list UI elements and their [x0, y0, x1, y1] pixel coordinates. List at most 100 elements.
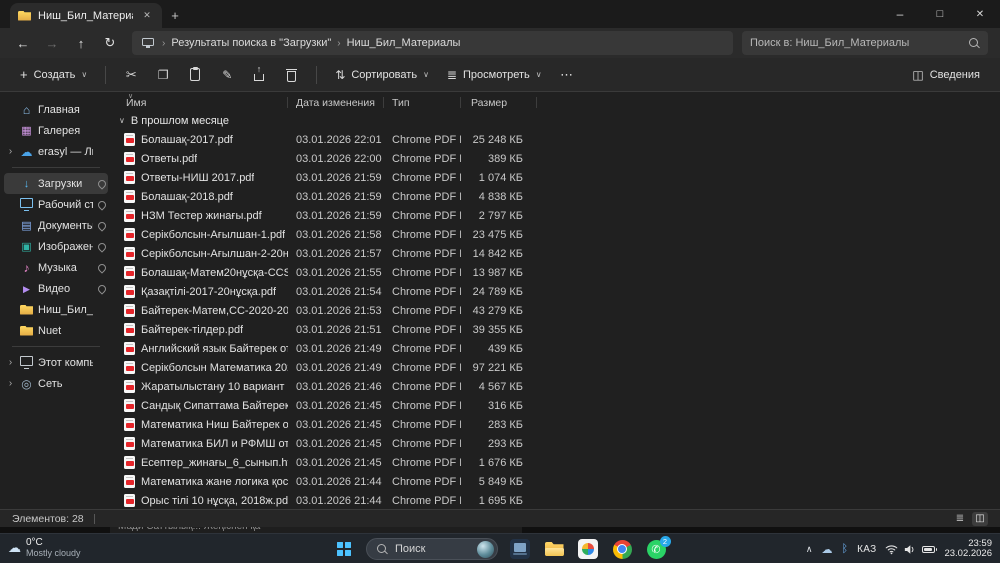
file-row[interactable]: НЗМ Тестер жинағы.pdf 03.01.2026 21:59 C… — [112, 206, 1000, 225]
search-input[interactable] — [750, 37, 963, 49]
sidebar-group-pinned: Загрузки Рабочий стол — [4, 173, 108, 341]
file-row[interactable]: Математика Ниш Байтерек ответы 202... 03… — [112, 415, 1000, 434]
toolbar-action-button[interactable] — [180, 62, 210, 88]
breadcrumb-item[interactable]: Ниш_Бил_Материалы — [347, 37, 461, 49]
tab-close-button[interactable] — [139, 8, 155, 24]
sidebar-item[interactable]: Ниш_Бил_Матери — [4, 299, 108, 320]
toolbar-action-button[interactable] — [212, 62, 242, 88]
chevron-right-icon[interactable] — [6, 378, 15, 389]
view-button[interactable]: Просмотреть — [439, 62, 550, 88]
taskbar-search[interactable]: Поиск — [366, 538, 498, 560]
close-button[interactable] — [960, 0, 1000, 28]
pin-icon — [97, 222, 105, 230]
navigation-bar: Результаты поиска в "Загрузки" Ниш_Бил_М… — [0, 28, 1000, 58]
breadcrumb-item[interactable]: Результаты поиска в "Загрузки" — [171, 37, 331, 49]
tray-expand-button[interactable] — [806, 544, 813, 555]
new-button[interactable]: Создать — [12, 62, 95, 88]
file-row[interactable]: Сандық Сипаттама Байтерек ответы 20... 0… — [112, 396, 1000, 415]
onedrive-icon[interactable] — [822, 543, 833, 556]
back-button[interactable] — [10, 31, 36, 55]
file-row[interactable]: Байтерек-тілдер.pdf 03.01.2026 21:51 Chr… — [112, 320, 1000, 339]
file-row[interactable]: Математика БИЛ и РФМШ ответы Байт... 03.… — [112, 434, 1000, 453]
file-name: Есептер_жинағы_6_сынып.html.pdf — [141, 456, 288, 469]
file-row[interactable]: Серікболсын Математика 2020.pdf 03.01.20… — [112, 358, 1000, 377]
file-row[interactable]: Болашақ-2017.pdf 03.01.2026 22:01 Chrome… — [112, 130, 1000, 149]
file-row[interactable]: Болашақ-Матем20нұсқа-CCSнұсқа.pdf 03.01.… — [112, 263, 1000, 282]
file-explorer-button[interactable] — [542, 537, 566, 561]
file-row[interactable]: Жаратылыстану 10 вариант НИШ.pdf 03.01.2… — [112, 377, 1000, 396]
sidebar-item[interactable]: Nuet — [4, 320, 108, 341]
details-pane-button[interactable]: Сведения — [904, 62, 988, 88]
sidebar-item[interactable]: Рабочий стол — [4, 194, 108, 215]
search-box[interactable] — [742, 31, 988, 55]
file-row[interactable]: Есептер_жинағы_6_сынып.html.pdf 03.01.20… — [112, 453, 1000, 472]
sidebar-item[interactable]: Документы — [4, 215, 108, 236]
system-tray: КАЗ 23:59 23.02.2026 — [806, 534, 992, 563]
details-view-button[interactable] — [972, 511, 988, 526]
photos-app-button[interactable] — [576, 537, 600, 561]
forward-button[interactable] — [39, 31, 65, 55]
toolbar-action-button[interactable] — [148, 62, 178, 88]
search-highlight-image — [477, 540, 494, 558]
file-size: 389 КБ — [487, 152, 523, 165]
maximize-button[interactable] — [920, 0, 960, 28]
toolbar-action-button[interactable] — [116, 62, 146, 88]
language-switcher[interactable]: КАЗ — [857, 544, 876, 555]
whatsapp-button[interactable]: 2 — [644, 535, 671, 561]
file-row[interactable]: Орыс тілі 10 нұсқа, 2018ж.pdf 03.01.2026… — [112, 491, 1000, 509]
toolbar-action-button[interactable] — [244, 62, 274, 88]
column-header-name[interactable]: Имя — [112, 94, 288, 111]
chevron-right-icon[interactable] — [6, 146, 15, 157]
group-header[interactable]: В прошлом месяце — [112, 111, 1000, 130]
laptop-app-button[interactable] — [508, 537, 532, 561]
toolbar-action-button[interactable] — [276, 62, 306, 88]
column-header-size[interactable]: Размер — [461, 94, 537, 111]
sidebar-item[interactable]: Этот компьютер — [4, 352, 108, 373]
bluetooth-icon[interactable] — [842, 543, 849, 555]
file-row[interactable]: Серікболсын-Ағылшан-1.pdf 03.01.2026 21:… — [112, 225, 1000, 244]
search-icon[interactable] — [969, 37, 980, 49]
start-button[interactable] — [332, 537, 356, 561]
file-row[interactable]: Ответы.pdf 03.01.2026 22:00 Chrome PDF D… — [112, 149, 1000, 168]
file-row[interactable]: Математика жане логика қосымша 12 ... 03… — [112, 472, 1000, 491]
sidebar-item[interactable]: Сеть — [4, 373, 108, 394]
clock[interactable]: 23:59 23.02.2026 — [944, 538, 992, 560]
chevron-right-icon[interactable] — [6, 357, 15, 368]
search-icon — [377, 543, 388, 555]
column-header-date[interactable]: Дата изменения — [288, 94, 384, 111]
more-options-button[interactable] — [552, 62, 582, 88]
sidebar-item[interactable]: Изображения — [4, 236, 108, 257]
folder-icon — [19, 303, 34, 317]
address-bar[interactable]: Результаты поиска в "Загрузки" Ниш_Бил_М… — [132, 31, 733, 55]
file-row[interactable]: Болашақ-2018.pdf 03.01.2026 21:59 Chrome… — [112, 187, 1000, 206]
file-type: Chrome PDF Docu... — [392, 437, 461, 450]
file-row[interactable]: Английский язык Байтерек ответы.pdf 03.0… — [112, 339, 1000, 358]
minimize-button[interactable] — [880, 0, 920, 28]
file-row[interactable]: Қазақтілі-2017-20нұсқа.pdf 03.01.2026 21… — [112, 282, 1000, 301]
file-type: Chrome PDF Docu... — [392, 342, 461, 355]
sort-button[interactable]: Сортировать — [327, 62, 437, 88]
chrome-button[interactable] — [610, 537, 634, 561]
file-row[interactable]: Байтерек-Матем,СС-2020-2021жыл.pdf 03.01… — [112, 301, 1000, 320]
weather-widget[interactable]: 0°C Mostly cloudy — [8, 537, 81, 559]
sidebar-item[interactable]: erasyl — Личное — [4, 141, 108, 162]
sidebar-item[interactable]: Главная — [4, 99, 108, 120]
sidebar-item[interactable]: Видео — [4, 278, 108, 299]
new-tab-button[interactable] — [162, 3, 188, 28]
up-button[interactable] — [68, 31, 94, 55]
list-view-button[interactable] — [952, 512, 968, 526]
file-type: Chrome PDF Docu... — [392, 361, 461, 374]
sidebar-item[interactable]: Музыка — [4, 257, 108, 278]
quick-settings-button[interactable] — [885, 544, 938, 555]
file-name: Болашақ-2017.pdf — [141, 133, 233, 146]
refresh-button[interactable] — [97, 31, 123, 55]
sidebar-item[interactable]: Галерея — [4, 120, 108, 141]
file-name: Ответы.pdf — [141, 152, 198, 165]
sidebar-item[interactable]: Загрузки — [4, 173, 108, 194]
explorer-tab[interactable]: Ниш_Бил_Материалы — [10, 3, 162, 28]
wifi-icon — [886, 544, 898, 554]
file-row[interactable]: Серікболсын-Ағылшан-2-20нұсқа.pdf 03.01.… — [112, 244, 1000, 263]
column-header-type[interactable]: Тип — [384, 94, 461, 111]
file-row[interactable]: Ответы-НИШ 2017.pdf 03.01.2026 21:59 Chr… — [112, 168, 1000, 187]
chevron-down-icon[interactable] — [119, 116, 125, 125]
